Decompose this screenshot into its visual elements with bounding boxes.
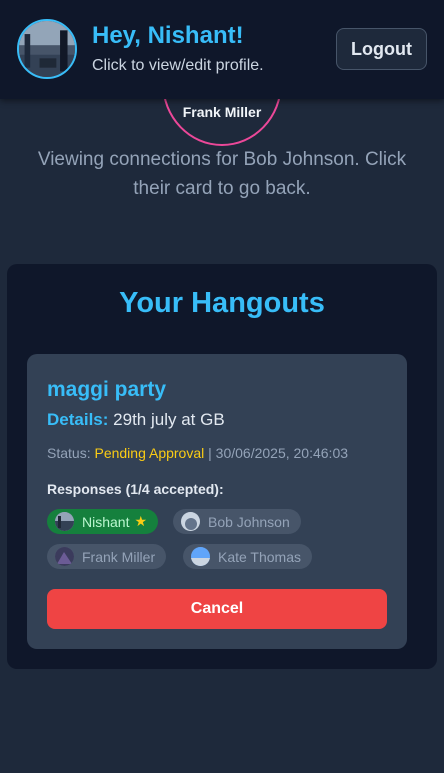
status-badge: Pending Approval — [94, 445, 205, 461]
profile-hint[interactable]: Click to view/edit profile. — [92, 57, 264, 75]
app-header: Hey, Nishant! Click to view/edit profile… — [0, 0, 444, 99]
greeting-title[interactable]: Hey, Nishant! — [92, 22, 244, 50]
hangout-card: maggi party Details: 29th july at GB Sta… — [27, 354, 407, 649]
hangouts-panel: Your Hangouts maggi party Details: 29th … — [7, 264, 437, 669]
response-chip-kate-thomas: Kate Thomas — [183, 544, 313, 569]
hangouts-title: Your Hangouts — [119, 287, 325, 319]
response-name: Bob Johnson — [208, 513, 290, 530]
star-icon: ★ — [134, 513, 148, 529]
details-label: Details: — [47, 410, 109, 429]
app-page: Frank Miller Hey, Nishant! Click to view… — [0, 0, 444, 773]
avatar-photo-icon — [55, 547, 74, 566]
response-name: Nishant — [82, 513, 130, 530]
hangout-title: maggi party — [47, 378, 167, 401]
details-value: 29th july at GB — [113, 410, 225, 429]
status-label: Status: — [47, 445, 91, 461]
hangout-timestamp: 30/06/2025, 20:46:03 — [215, 445, 349, 461]
hangout-details: Details: 29th july at GB — [47, 410, 225, 430]
response-chip-bob-johnson: Bob Johnson — [173, 509, 301, 534]
connection-node-name: Frank Miller — [182, 104, 262, 120]
avatar-photo-icon — [181, 512, 200, 531]
avatar-photo-icon — [191, 547, 210, 566]
hangout-status: Status: Pending Approval | 30/06/2025, 2… — [47, 445, 348, 461]
viewing-connections-text: Viewing connections for Bob Johnson. Cli… — [37, 149, 407, 199]
responses-heading: Responses (1/4 accepted): — [47, 481, 224, 497]
response-name: Frank Miller — [82, 548, 156, 565]
avatar-photo-icon — [55, 512, 74, 531]
response-name: Kate Thomas — [218, 548, 302, 565]
response-chip-frank-miller: Frank Miller — [47, 544, 167, 569]
cancel-button[interactable]: Cancel — [47, 589, 387, 629]
avatar-photo-icon — [19, 21, 75, 77]
response-chip-nishant: Nishant ★ — [47, 509, 159, 534]
logout-button[interactable]: Logout — [336, 28, 427, 70]
profile-avatar[interactable] — [17, 19, 77, 79]
status-separator: | — [208, 445, 212, 461]
